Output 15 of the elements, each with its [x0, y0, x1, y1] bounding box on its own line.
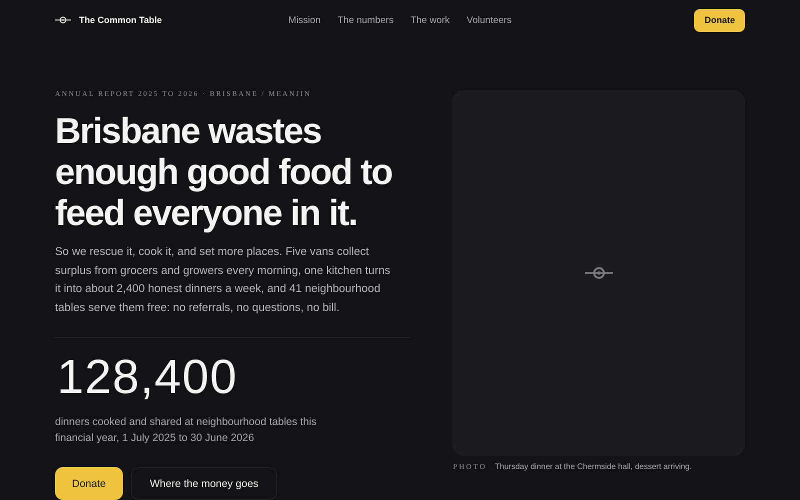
nav-link[interactable]: The numbers [338, 14, 394, 26]
logo-icon [55, 16, 71, 24]
donate-button[interactable]: Donate [55, 467, 123, 500]
intro-paragraph: So we rescue it, cook it, and set more places. Five vans collect surplus from grocers and growers every morning, one kitchen turns it into about 2,400 honest dinners a week, and 41 neighbourhood tables serve them free: no referrals, no questions, no bill. [55, 245, 392, 316]
stat-number: 128,400 [56, 354, 239, 402]
nav-link[interactable]: Mission [288, 14, 321, 26]
photo-caption: Thursday dinner at the Chermside hall, dessert arriving. [494, 462, 692, 471]
headline: Brisbane wastes enough good food to feed everyone in it. [55, 110, 394, 233]
money-link-button[interactable]: Where the money goes [130, 467, 278, 500]
placeholder-icon [584, 266, 614, 280]
stat-caption: dinners cooked and shared at neighbourhood tables this financial year, 1 July 2025 to 30 June 2026 [55, 415, 318, 446]
nav-link[interactable]: The work [410, 14, 450, 26]
brand-name: The Common Table [79, 15, 162, 25]
donate-button[interactable]: Donate [694, 8, 745, 32]
nav-link[interactable]: Volunteers [466, 14, 512, 26]
